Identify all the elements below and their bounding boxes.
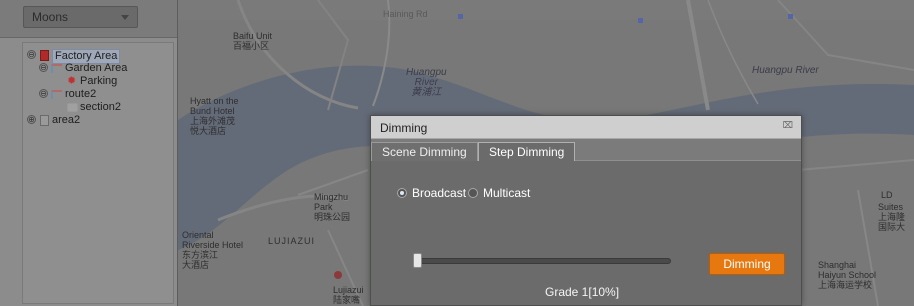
dimming-slider-track[interactable]: [415, 258, 671, 264]
building-icon: [40, 50, 49, 61]
multicast-label[interactable]: Multicast: [483, 186, 530, 200]
dimming-dialog: Dimming ⌧ Scene Dimming Step Dimming Bro…: [370, 115, 802, 306]
parking-icon: ✹: [67, 75, 77, 87]
layer-panel: Moons ⊖ Factory Area ⊖ Garden Area ✹ Par…: [0, 0, 178, 306]
collapse-icon[interactable]: ⊖: [39, 63, 48, 72]
map-label-lujiazui: Lujiazui 陆家嘴: [333, 285, 364, 305]
broadcast-label[interactable]: Broadcast: [412, 186, 466, 200]
route-icon: [51, 64, 62, 73]
tree-node-label[interactable]: route2: [65, 88, 96, 101]
tree-node-parking[interactable]: ✹ Parking: [23, 75, 173, 88]
tab-step-dimming[interactable]: Step Dimming: [478, 142, 576, 162]
section-icon: [67, 103, 78, 112]
step-dimming-panel: Broadcast Multicast Grade 1[10%] Dimming: [371, 161, 801, 305]
collapse-icon[interactable]: ⊖: [39, 89, 48, 98]
dialog-title: Dimming: [380, 121, 428, 135]
tree-node-label[interactable]: Parking: [80, 75, 117, 88]
multicast-radio[interactable]: [468, 188, 478, 198]
chevron-down-icon[interactable]: [121, 15, 129, 20]
tab-scene-dimming[interactable]: Scene Dimming: [371, 142, 478, 162]
tree-node-section2[interactable]: section2: [23, 101, 173, 114]
map-label-haining-rd: Haining Rd: [383, 9, 428, 19]
map-label-mingzhu-park: Mingzhu Park 明珠公园: [314, 192, 351, 222]
tree-node-area2[interactable]: ⊕ area2: [23, 114, 173, 127]
dimming-button[interactable]: Dimming: [709, 253, 785, 275]
map-label-huangpu-river-east: Huangpu River: [752, 65, 819, 76]
map-label-oriental-hotel: Oriental Riverside Hotel 东方滨江 大酒店: [182, 230, 244, 270]
map-label-lujiazui-district: LUJIAZUI: [268, 236, 316, 246]
collapse-icon[interactable]: ⊖: [27, 50, 36, 59]
map-label-ld: LD: [881, 190, 893, 200]
tree-node-factory-area[interactable]: ⊖ Factory Area: [23, 49, 173, 64]
area-icon: [40, 115, 49, 126]
expand-icon[interactable]: ⊕: [27, 115, 36, 124]
dimming-slider-thumb[interactable]: [413, 253, 422, 268]
map-label-baifu: Baifu Unit 百福小区: [233, 31, 273, 51]
broadcast-radio[interactable]: [397, 188, 407, 198]
tree-node-garden-area[interactable]: ⊖ Garden Area: [23, 62, 173, 75]
close-icon[interactable]: ⌧: [783, 120, 793, 131]
layer-select-value: Moons: [32, 10, 69, 24]
device-tree: ⊖ Factory Area ⊖ Garden Area ✹ Parking ⊖…: [22, 42, 174, 304]
map-label-suites: Suites 上海隆 国际大: [878, 202, 906, 232]
grade-readout: Grade 1[10%]: [545, 285, 620, 299]
tree-node-route2[interactable]: ⊖ route2: [23, 88, 173, 101]
dialog-title-bar[interactable]: Dimming ⌧: [371, 116, 801, 139]
dialog-tabs: Scene Dimming Step Dimming: [371, 139, 801, 162]
layer-toolbar: Moons: [0, 0, 177, 38]
layer-select[interactable]: Moons: [23, 6, 138, 28]
route-icon: [51, 90, 62, 99]
map-label-haiyun-school: Shanghai Haiyun School 上海海运学校: [818, 260, 877, 290]
tree-node-label[interactable]: area2: [52, 114, 80, 127]
tree-node-label[interactable]: section2: [80, 101, 121, 114]
tree-node-label[interactable]: Garden Area: [65, 62, 127, 75]
map-label-hyatt: Hyatt on the Bund Hotel 上海外滩茂 悦大酒店: [190, 96, 239, 136]
map-label-huangpu-river: Huangpu River 黄浦江: [406, 67, 447, 98]
